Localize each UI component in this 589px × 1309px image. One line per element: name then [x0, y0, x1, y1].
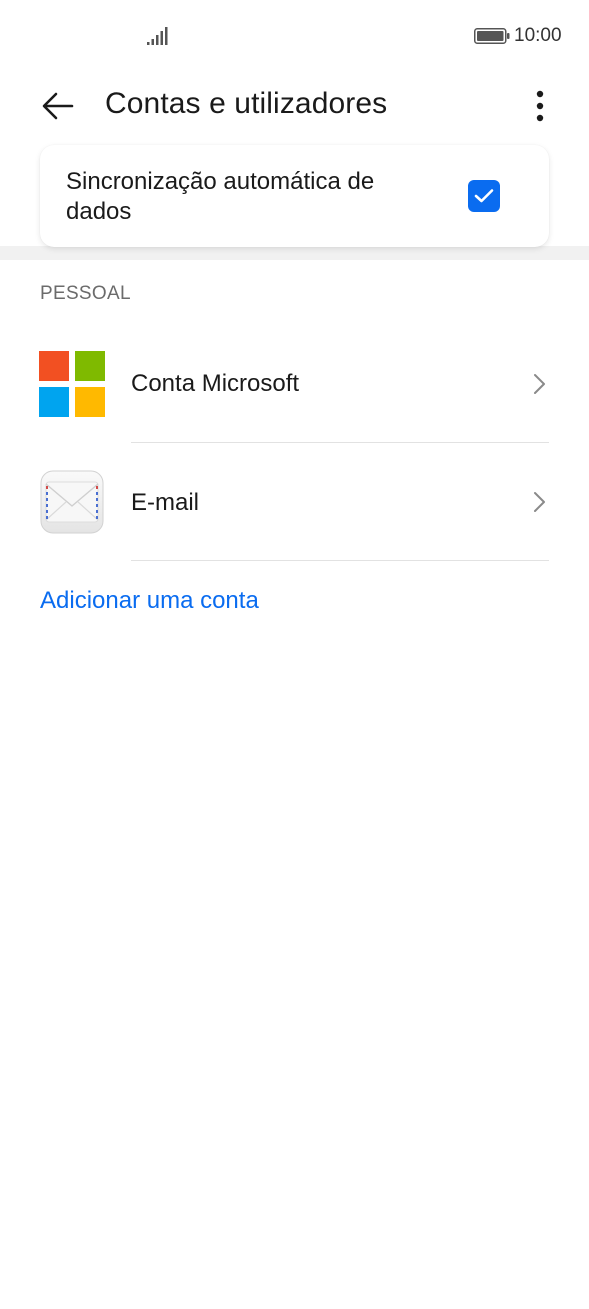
- account-label: Conta Microsoft: [131, 370, 300, 397]
- account-row-email[interactable]: E-mail: [0, 444, 589, 561]
- back-button[interactable]: [36, 86, 80, 126]
- auto-sync-checkbox[interactable]: [468, 180, 500, 212]
- account-row-microsoft[interactable]: Conta Microsoft: [0, 326, 589, 443]
- more-vertical-icon: [536, 90, 544, 122]
- envelope-icon: [40, 470, 104, 534]
- arrow-left-icon: [42, 92, 74, 120]
- microsoft-logo-icon: [39, 351, 105, 417]
- auto-sync-label: Sincronização automática de dados: [66, 168, 375, 225]
- status-bar: 10:00: [0, 0, 589, 72]
- chevron-right-icon: [534, 374, 545, 394]
- battery-full-icon: [474, 28, 510, 44]
- auto-sync-card[interactable]: Sincronização automática de dados: [40, 145, 549, 247]
- checkmark-icon: [474, 189, 494, 203]
- section-separator: [0, 246, 589, 260]
- accounts-screen: 10:00 Contas e utilizadores Sincronizaçã…: [0, 0, 589, 1309]
- divider: [131, 560, 549, 561]
- section-header-personal: PESSOAL: [40, 283, 131, 304]
- add-account-link[interactable]: Adicionar uma conta: [40, 587, 259, 615]
- page-title: Contas e utilizadores: [105, 87, 388, 120]
- more-options-button[interactable]: [522, 84, 558, 128]
- divider: [131, 442, 549, 443]
- chevron-right-icon: [534, 492, 545, 512]
- app-bar: Contas e utilizadores: [0, 72, 589, 140]
- signal-bars-icon: [147, 27, 168, 45]
- account-label: E-mail: [131, 489, 200, 516]
- status-time: 10:00: [514, 25, 562, 46]
